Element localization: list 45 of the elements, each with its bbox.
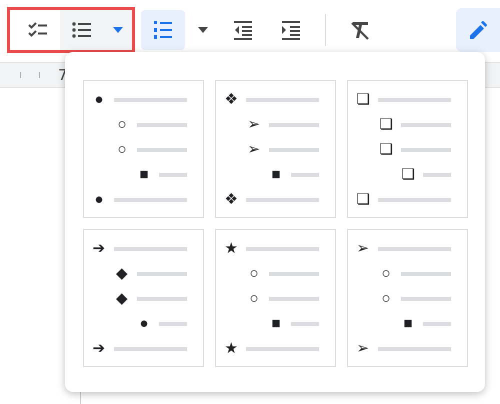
dropdown-button[interactable] (104, 10, 132, 50)
bullet-glyph: ➢ (356, 239, 370, 258)
bullet-glyph: ○ (116, 115, 128, 134)
bullet-style-option[interactable]: ● ○ ○ ■ ● (83, 80, 204, 218)
bullet-style-option[interactable]: ★ ○ ○ ■ ★ (215, 229, 336, 367)
decrease-indent-icon (231, 18, 255, 42)
caret-icon (196, 25, 210, 35)
numbered-list-button[interactable] (141, 10, 185, 50)
bullet-glyph: ❏ (379, 140, 393, 159)
bullet-glyph: ○ (248, 289, 260, 308)
bullet-glyph: ➔ (92, 339, 106, 358)
bullet-glyph: ◆ (115, 289, 129, 308)
bullet-glyph: ○ (248, 264, 260, 283)
bullet-glyph: ★ (224, 239, 238, 258)
bullet-glyph: ➢ (247, 115, 261, 134)
bulleted-list-button[interactable] (60, 10, 104, 50)
bullet-glyph: ❏ (356, 190, 370, 209)
bullet-glyph: ● (93, 90, 105, 109)
bullet-glyph: ■ (138, 165, 150, 184)
bullet-glyph: ➔ (92, 239, 106, 258)
bullet-glyph: ❏ (401, 165, 415, 184)
bullet-style-option[interactable]: ➔ ◆ ◆ ● ➔ (83, 229, 204, 367)
bullet-glyph: ○ (116, 140, 128, 159)
increase-indent-icon (279, 18, 303, 42)
bullet-style-option[interactable]: ➢ ○ ○ ■ ➢ (347, 229, 468, 367)
bullet-glyph: ● (93, 190, 105, 209)
bullet-style-option[interactable]: ❖ ➢ ➢ ■ ❖ (215, 80, 336, 218)
bullet-glyph: ■ (270, 314, 282, 333)
bullet-glyph: ○ (380, 289, 392, 308)
bullet-glyph: ■ (270, 165, 282, 184)
bullet-glyph: ❏ (379, 115, 393, 134)
bullet-glyph: ❏ (356, 90, 370, 109)
bullet-glyph: ★ (224, 339, 238, 358)
bullet-glyph: ○ (380, 264, 392, 283)
bullet-glyph: ● (138, 314, 150, 333)
bullet-glyph: ■ (402, 314, 414, 333)
bullet-glyph: ➢ (356, 339, 370, 358)
caret-icon (111, 25, 125, 35)
bullet-glyph: ➢ (247, 140, 261, 159)
bullet-style-option[interactable]: ❏ ❏ ❏ ❏ ❏ (347, 80, 468, 218)
numbered-list-icon (151, 18, 175, 42)
bullet-glyph: ◆ (115, 264, 129, 283)
bullet-glyph: ❖ (224, 90, 238, 109)
bullet-glyph: ❖ (224, 190, 238, 209)
edit-mode-button[interactable] (456, 8, 500, 52)
